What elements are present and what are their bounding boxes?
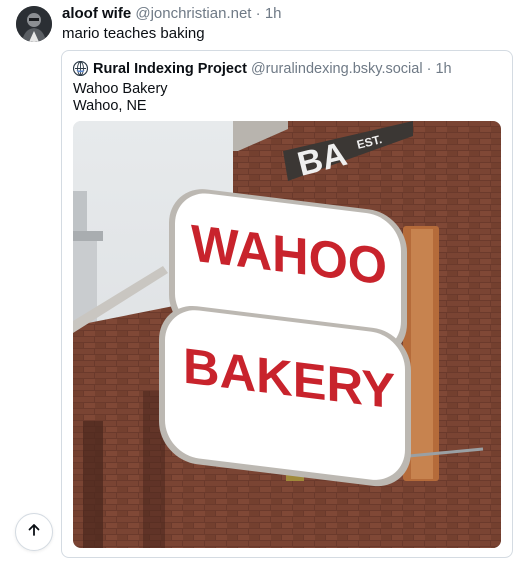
quote-image[interactable]: BA EST. WAHOO BAKERY <box>73 121 501 548</box>
separator: · <box>426 61 432 77</box>
quote-text-line-2: Wahoo, NE <box>73 98 147 114</box>
quote-author-handle[interactable]: @ruralindexing.bsky.social <box>251 61 423 77</box>
quote-author-name[interactable]: Rural Indexing Project <box>93 61 247 77</box>
author-avatar[interactable] <box>16 6 52 42</box>
separator: · <box>255 5 261 22</box>
author-handle[interactable]: @jonchristian.net <box>135 5 251 22</box>
post-header: aloof wife @jonchristian.net · 1h <box>62 4 282 24</box>
quote-time[interactable]: 1h <box>435 61 451 77</box>
post-time[interactable]: 1h <box>265 5 282 22</box>
globe-icon[interactable] <box>72 60 89 77</box>
quoted-post[interactable]: Rural Indexing Project @ruralindexing.bs… <box>61 50 513 558</box>
author-name[interactable]: aloof wife <box>62 5 131 22</box>
post-text: mario teaches baking <box>62 25 205 42</box>
scroll-to-top-button[interactable] <box>15 513 53 551</box>
quote-header: Rural Indexing Project @ruralindexing.bs… <box>72 59 452 79</box>
quote-text-line-1: Wahoo Bakery <box>73 81 168 97</box>
post[interactable]: aloof wife @jonchristian.net · 1h mario … <box>0 0 520 565</box>
arrow-up-icon <box>26 522 42 543</box>
